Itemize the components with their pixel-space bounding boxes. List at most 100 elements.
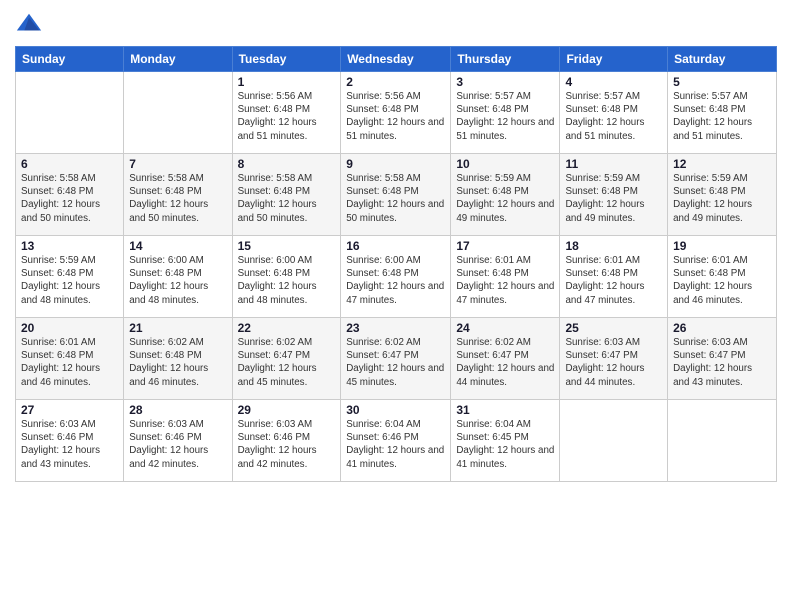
calendar-cell: 4Sunrise: 5:57 AMSunset: 6:48 PMDaylight… (560, 72, 668, 154)
calendar-cell: 26Sunrise: 6:03 AMSunset: 6:47 PMDayligh… (668, 318, 777, 400)
weekday-header-monday: Monday (124, 47, 232, 72)
calendar-cell: 31Sunrise: 6:04 AMSunset: 6:45 PMDayligh… (451, 400, 560, 482)
calendar-cell (16, 72, 124, 154)
calendar-cell: 5Sunrise: 5:57 AMSunset: 6:48 PMDaylight… (668, 72, 777, 154)
day-number: 5 (673, 75, 771, 89)
day-info: Sunrise: 5:58 AMSunset: 6:48 PMDaylight:… (21, 172, 118, 225)
day-info: Sunrise: 6:02 AMSunset: 6:47 PMDaylight:… (456, 336, 554, 389)
day-number: 27 (21, 403, 118, 417)
day-number: 13 (21, 239, 118, 253)
calendar-cell (668, 400, 777, 482)
logo (15, 10, 47, 38)
day-number: 24 (456, 321, 554, 335)
calendar-week-2: 6Sunrise: 5:58 AMSunset: 6:48 PMDaylight… (16, 154, 777, 236)
calendar-cell: 23Sunrise: 6:02 AMSunset: 6:47 PMDayligh… (341, 318, 451, 400)
day-info: Sunrise: 6:01 AMSunset: 6:48 PMDaylight:… (565, 254, 662, 307)
day-info: Sunrise: 5:57 AMSunset: 6:48 PMDaylight:… (456, 90, 554, 143)
calendar-cell: 29Sunrise: 6:03 AMSunset: 6:46 PMDayligh… (232, 400, 341, 482)
day-number: 6 (21, 157, 118, 171)
day-number: 30 (346, 403, 445, 417)
day-number: 22 (238, 321, 336, 335)
day-number: 29 (238, 403, 336, 417)
day-info: Sunrise: 5:59 AMSunset: 6:48 PMDaylight:… (21, 254, 118, 307)
day-number: 25 (565, 321, 662, 335)
day-info: Sunrise: 5:57 AMSunset: 6:48 PMDaylight:… (673, 90, 771, 143)
day-info: Sunrise: 6:03 AMSunset: 6:46 PMDaylight:… (21, 418, 118, 471)
day-info: Sunrise: 5:58 AMSunset: 6:48 PMDaylight:… (238, 172, 336, 225)
calendar-cell: 1Sunrise: 5:56 AMSunset: 6:48 PMDaylight… (232, 72, 341, 154)
day-number: 4 (565, 75, 662, 89)
weekday-header-sunday: Sunday (16, 47, 124, 72)
day-number: 21 (129, 321, 226, 335)
calendar-cell (124, 72, 232, 154)
day-info: Sunrise: 5:56 AMSunset: 6:48 PMDaylight:… (346, 90, 445, 143)
calendar-cell: 27Sunrise: 6:03 AMSunset: 6:46 PMDayligh… (16, 400, 124, 482)
day-info: Sunrise: 5:59 AMSunset: 6:48 PMDaylight:… (456, 172, 554, 225)
calendar-cell: 28Sunrise: 6:03 AMSunset: 6:46 PMDayligh… (124, 400, 232, 482)
day-info: Sunrise: 5:56 AMSunset: 6:48 PMDaylight:… (238, 90, 336, 143)
day-info: Sunrise: 6:00 AMSunset: 6:48 PMDaylight:… (129, 254, 226, 307)
calendar-cell: 19Sunrise: 6:01 AMSunset: 6:48 PMDayligh… (668, 236, 777, 318)
day-number: 18 (565, 239, 662, 253)
calendar-cell: 8Sunrise: 5:58 AMSunset: 6:48 PMDaylight… (232, 154, 341, 236)
day-number: 26 (673, 321, 771, 335)
calendar-cell: 11Sunrise: 5:59 AMSunset: 6:48 PMDayligh… (560, 154, 668, 236)
day-number: 31 (456, 403, 554, 417)
page: SundayMondayTuesdayWednesdayThursdayFrid… (0, 0, 792, 612)
calendar-cell (560, 400, 668, 482)
weekday-header-friday: Friday (560, 47, 668, 72)
day-info: Sunrise: 6:03 AMSunset: 6:46 PMDaylight:… (129, 418, 226, 471)
day-number: 23 (346, 321, 445, 335)
calendar: SundayMondayTuesdayWednesdayThursdayFrid… (15, 46, 777, 482)
day-info: Sunrise: 6:02 AMSunset: 6:47 PMDaylight:… (238, 336, 336, 389)
day-info: Sunrise: 5:59 AMSunset: 6:48 PMDaylight:… (673, 172, 771, 225)
calendar-cell: 18Sunrise: 6:01 AMSunset: 6:48 PMDayligh… (560, 236, 668, 318)
day-info: Sunrise: 6:01 AMSunset: 6:48 PMDaylight:… (21, 336, 118, 389)
calendar-week-5: 27Sunrise: 6:03 AMSunset: 6:46 PMDayligh… (16, 400, 777, 482)
day-number: 12 (673, 157, 771, 171)
calendar-cell: 16Sunrise: 6:00 AMSunset: 6:48 PMDayligh… (341, 236, 451, 318)
weekday-header-row: SundayMondayTuesdayWednesdayThursdayFrid… (16, 47, 777, 72)
weekday-header-saturday: Saturday (668, 47, 777, 72)
day-number: 2 (346, 75, 445, 89)
day-number: 19 (673, 239, 771, 253)
calendar-cell: 22Sunrise: 6:02 AMSunset: 6:47 PMDayligh… (232, 318, 341, 400)
header (15, 10, 777, 38)
calendar-cell: 13Sunrise: 5:59 AMSunset: 6:48 PMDayligh… (16, 236, 124, 318)
day-info: Sunrise: 5:57 AMSunset: 6:48 PMDaylight:… (565, 90, 662, 143)
logo-icon (15, 10, 43, 38)
day-info: Sunrise: 6:02 AMSunset: 6:47 PMDaylight:… (346, 336, 445, 389)
day-info: Sunrise: 6:03 AMSunset: 6:46 PMDaylight:… (238, 418, 336, 471)
day-info: Sunrise: 6:00 AMSunset: 6:48 PMDaylight:… (238, 254, 336, 307)
calendar-cell: 6Sunrise: 5:58 AMSunset: 6:48 PMDaylight… (16, 154, 124, 236)
day-number: 10 (456, 157, 554, 171)
day-info: Sunrise: 5:58 AMSunset: 6:48 PMDaylight:… (129, 172, 226, 225)
calendar-week-1: 1Sunrise: 5:56 AMSunset: 6:48 PMDaylight… (16, 72, 777, 154)
day-number: 3 (456, 75, 554, 89)
weekday-header-tuesday: Tuesday (232, 47, 341, 72)
calendar-cell: 25Sunrise: 6:03 AMSunset: 6:47 PMDayligh… (560, 318, 668, 400)
calendar-week-4: 20Sunrise: 6:01 AMSunset: 6:48 PMDayligh… (16, 318, 777, 400)
calendar-cell: 21Sunrise: 6:02 AMSunset: 6:48 PMDayligh… (124, 318, 232, 400)
day-number: 14 (129, 239, 226, 253)
calendar-cell: 9Sunrise: 5:58 AMSunset: 6:48 PMDaylight… (341, 154, 451, 236)
calendar-cell: 15Sunrise: 6:00 AMSunset: 6:48 PMDayligh… (232, 236, 341, 318)
day-info: Sunrise: 6:03 AMSunset: 6:47 PMDaylight:… (673, 336, 771, 389)
day-info: Sunrise: 6:03 AMSunset: 6:47 PMDaylight:… (565, 336, 662, 389)
day-number: 17 (456, 239, 554, 253)
day-info: Sunrise: 6:02 AMSunset: 6:48 PMDaylight:… (129, 336, 226, 389)
weekday-header-thursday: Thursday (451, 47, 560, 72)
calendar-cell: 30Sunrise: 6:04 AMSunset: 6:46 PMDayligh… (341, 400, 451, 482)
calendar-cell: 12Sunrise: 5:59 AMSunset: 6:48 PMDayligh… (668, 154, 777, 236)
calendar-cell: 3Sunrise: 5:57 AMSunset: 6:48 PMDaylight… (451, 72, 560, 154)
day-info: Sunrise: 6:01 AMSunset: 6:48 PMDaylight:… (673, 254, 771, 307)
day-number: 9 (346, 157, 445, 171)
calendar-cell: 7Sunrise: 5:58 AMSunset: 6:48 PMDaylight… (124, 154, 232, 236)
day-number: 28 (129, 403, 226, 417)
day-info: Sunrise: 6:04 AMSunset: 6:45 PMDaylight:… (456, 418, 554, 471)
day-info: Sunrise: 5:58 AMSunset: 6:48 PMDaylight:… (346, 172, 445, 225)
weekday-header-wednesday: Wednesday (341, 47, 451, 72)
calendar-cell: 24Sunrise: 6:02 AMSunset: 6:47 PMDayligh… (451, 318, 560, 400)
day-number: 7 (129, 157, 226, 171)
calendar-cell: 14Sunrise: 6:00 AMSunset: 6:48 PMDayligh… (124, 236, 232, 318)
